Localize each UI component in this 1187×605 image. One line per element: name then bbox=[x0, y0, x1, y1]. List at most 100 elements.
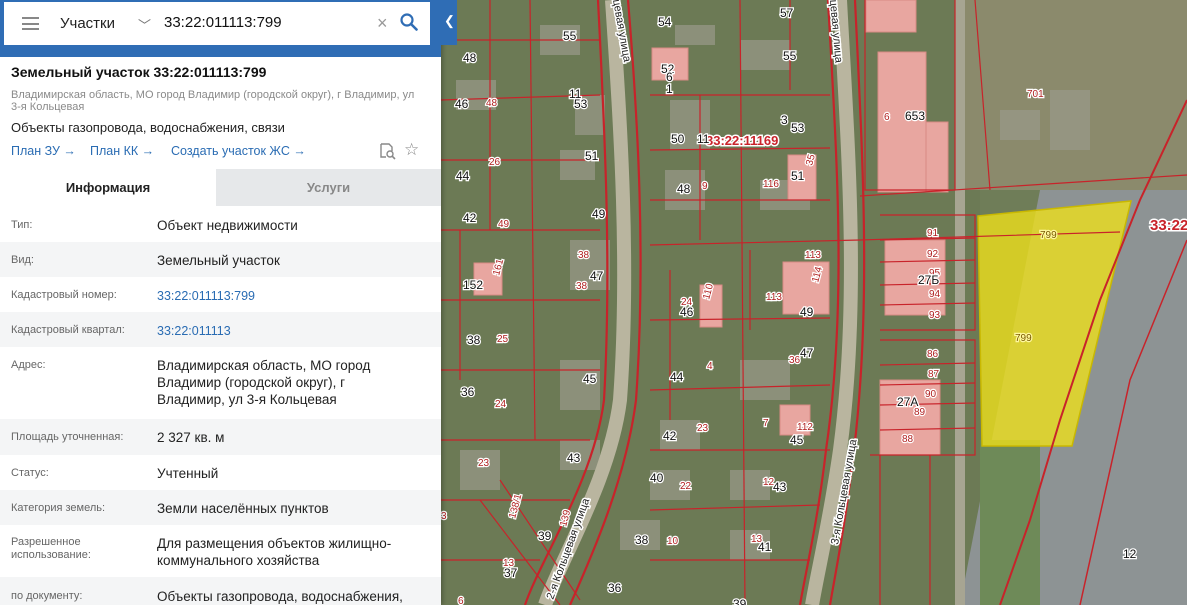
create-parcel-link[interactable]: Создать участок ЖС → bbox=[171, 144, 306, 158]
info-label: Вид: bbox=[11, 254, 34, 266]
document-search-icon[interactable] bbox=[378, 142, 396, 160]
parcel-label: 51 bbox=[585, 149, 599, 163]
info-label: по документу: bbox=[11, 590, 83, 602]
info-label: Кадастровый квартал: bbox=[11, 324, 125, 336]
info-value: Для размещения объектов жилищно-коммунал… bbox=[157, 536, 392, 568]
parcel-label: 1 bbox=[666, 82, 673, 96]
tab-information[interactable]: Информация bbox=[0, 169, 216, 207]
parcel-label: 43 bbox=[567, 451, 581, 465]
parcel-label: 46 bbox=[680, 305, 694, 319]
info-label: Категория земель: bbox=[11, 502, 106, 514]
parcel-label: 12 bbox=[1123, 547, 1137, 561]
cadastral-number-link[interactable]: 33:22:011113:799 bbox=[157, 288, 427, 305]
parcel-title: Земельный участок 33:22:011113:799 bbox=[11, 64, 267, 80]
collapse-panel-button[interactable]: ❮ bbox=[441, 0, 457, 45]
menu-icon[interactable] bbox=[22, 17, 39, 30]
star-icon[interactable]: ☆ bbox=[404, 141, 419, 158]
parcel-label: 43 bbox=[773, 480, 787, 494]
info-row-cadastral-quarter: Кадастровый квартал: 33:22:011113 bbox=[0, 312, 441, 347]
info-value: Учтенный bbox=[157, 466, 219, 481]
parcel-address: Владимирская область, МО город Владимир … bbox=[11, 89, 415, 113]
parcel-label: 6 bbox=[458, 596, 464, 605]
parcel-label: 39 bbox=[733, 597, 747, 605]
parcel-label: 40 bbox=[650, 471, 664, 485]
plan-kk-link[interactable]: План КК → bbox=[90, 144, 154, 158]
quarter-label-2: 33:22 bbox=[1150, 217, 1187, 234]
search-input[interactable] bbox=[164, 14, 364, 31]
parcel-label: 48 bbox=[463, 51, 477, 65]
parcel-label: 90 bbox=[925, 389, 937, 400]
parcel-label: 38 bbox=[576, 281, 588, 292]
chevron-left-icon: ❮ bbox=[444, 13, 455, 28]
parcel-label: 48 bbox=[677, 182, 691, 196]
parcel-label: 25 bbox=[497, 334, 509, 345]
info-row-address: Адрес: Владимирская область, МО город Вл… bbox=[0, 347, 441, 419]
parcel-label: 152 bbox=[463, 278, 483, 292]
parcel-label: 39 bbox=[538, 529, 552, 543]
parcel-label: 87 bbox=[928, 369, 940, 380]
parcel-label: 23 bbox=[697, 423, 709, 434]
parcel-label: 53 bbox=[791, 121, 805, 135]
parcel-label: 799 bbox=[1015, 333, 1032, 344]
tab-services[interactable]: Услуги bbox=[216, 169, 441, 206]
parcel-label: 44 bbox=[670, 370, 684, 384]
parcel-label: 26 bbox=[489, 157, 501, 168]
parcel-label: 57 bbox=[780, 6, 794, 20]
search-icon[interactable] bbox=[400, 13, 418, 31]
parcel-label: 38 bbox=[635, 533, 649, 547]
parcel-label: 36 bbox=[461, 385, 475, 399]
parcel-label: 112 bbox=[797, 422, 813, 433]
parcel-label: 36 bbox=[608, 581, 622, 595]
parcel-label: 37 bbox=[504, 566, 518, 580]
parcel-label: 22 bbox=[680, 481, 692, 492]
parcel-label: 3 bbox=[781, 113, 788, 127]
info-panel: Участки ﹀ × Земельный участок 33:22:0111… bbox=[0, 0, 441, 605]
parcel-label: 38 bbox=[467, 333, 481, 347]
cadastral-quarter-link[interactable]: 33:22:011113 bbox=[157, 323, 427, 340]
parcel-label: 55 bbox=[783, 49, 797, 63]
parcel-label: 653 bbox=[905, 109, 925, 123]
parcel-label: 49 bbox=[800, 305, 814, 319]
parcel-label: 6 bbox=[884, 112, 890, 123]
parcel-label: 23 bbox=[478, 458, 490, 469]
parcel-label: 4 bbox=[707, 361, 713, 372]
info-row-type: Тип: Объект недвижимости bbox=[0, 207, 441, 242]
parcel-label: 41 bbox=[758, 540, 772, 554]
parcel-label: 45 bbox=[790, 433, 804, 447]
search-box: Участки ﹀ × bbox=[4, 2, 430, 45]
info-label: Разрешенное использование: bbox=[11, 536, 91, 561]
parcel-label: 9 bbox=[702, 181, 708, 192]
parcel-label: 45 bbox=[583, 372, 597, 386]
info-value: Объект недвижимости bbox=[157, 218, 298, 233]
parcel-label: 701 bbox=[1027, 89, 1044, 100]
parcel-label: 92 bbox=[927, 249, 939, 260]
info-row-cadastral-number: Кадастровый номер: 33:22:011113:799 bbox=[0, 277, 441, 312]
parcel-label: 88 bbox=[902, 434, 914, 445]
parcel-label: 113 bbox=[766, 292, 782, 303]
parcel-label: 47 bbox=[590, 269, 604, 283]
parcel-label: 55 bbox=[563, 29, 577, 43]
parcel-label: 89 bbox=[914, 407, 926, 418]
info-row-kind: Вид: Земельный участок bbox=[0, 242, 441, 277]
info-row-status: Статус: Учтенный bbox=[0, 455, 441, 490]
info-value: Земельный участок bbox=[157, 253, 280, 268]
parcel-label: 51 bbox=[791, 169, 805, 183]
info-row-permitted-use: Разрешенное использование: Для размещени… bbox=[0, 525, 441, 577]
chevron-down-icon[interactable]: ﹀ bbox=[138, 15, 151, 34]
search-scope-select[interactable]: Участки bbox=[60, 15, 115, 32]
info-value: Владимирская область, МО город Владимир … bbox=[157, 358, 371, 407]
parcel-label: 46 bbox=[455, 97, 469, 111]
info-value: 2 327 кв. м bbox=[157, 430, 225, 445]
info-label: Кадастровый номер: bbox=[11, 289, 117, 301]
info-label: Статус: bbox=[11, 467, 49, 479]
info-value: Объекты газопровода, водоснабжения, bbox=[157, 589, 403, 604]
clear-icon[interactable]: × bbox=[377, 13, 388, 34]
parcel-label: 799 bbox=[1040, 230, 1057, 241]
plan-zu-link[interactable]: План ЗУ → bbox=[11, 144, 76, 158]
parcel-label: 50 bbox=[671, 132, 685, 146]
quarter-label-1: 33:22:11169 bbox=[706, 133, 778, 148]
parcel-label: 24 bbox=[495, 399, 507, 410]
info-row-by-document: по документу: Объекты газопровода, водос… bbox=[0, 577, 441, 605]
parcel-label: 49 bbox=[592, 207, 606, 221]
parcel-label: 38 bbox=[578, 250, 590, 261]
